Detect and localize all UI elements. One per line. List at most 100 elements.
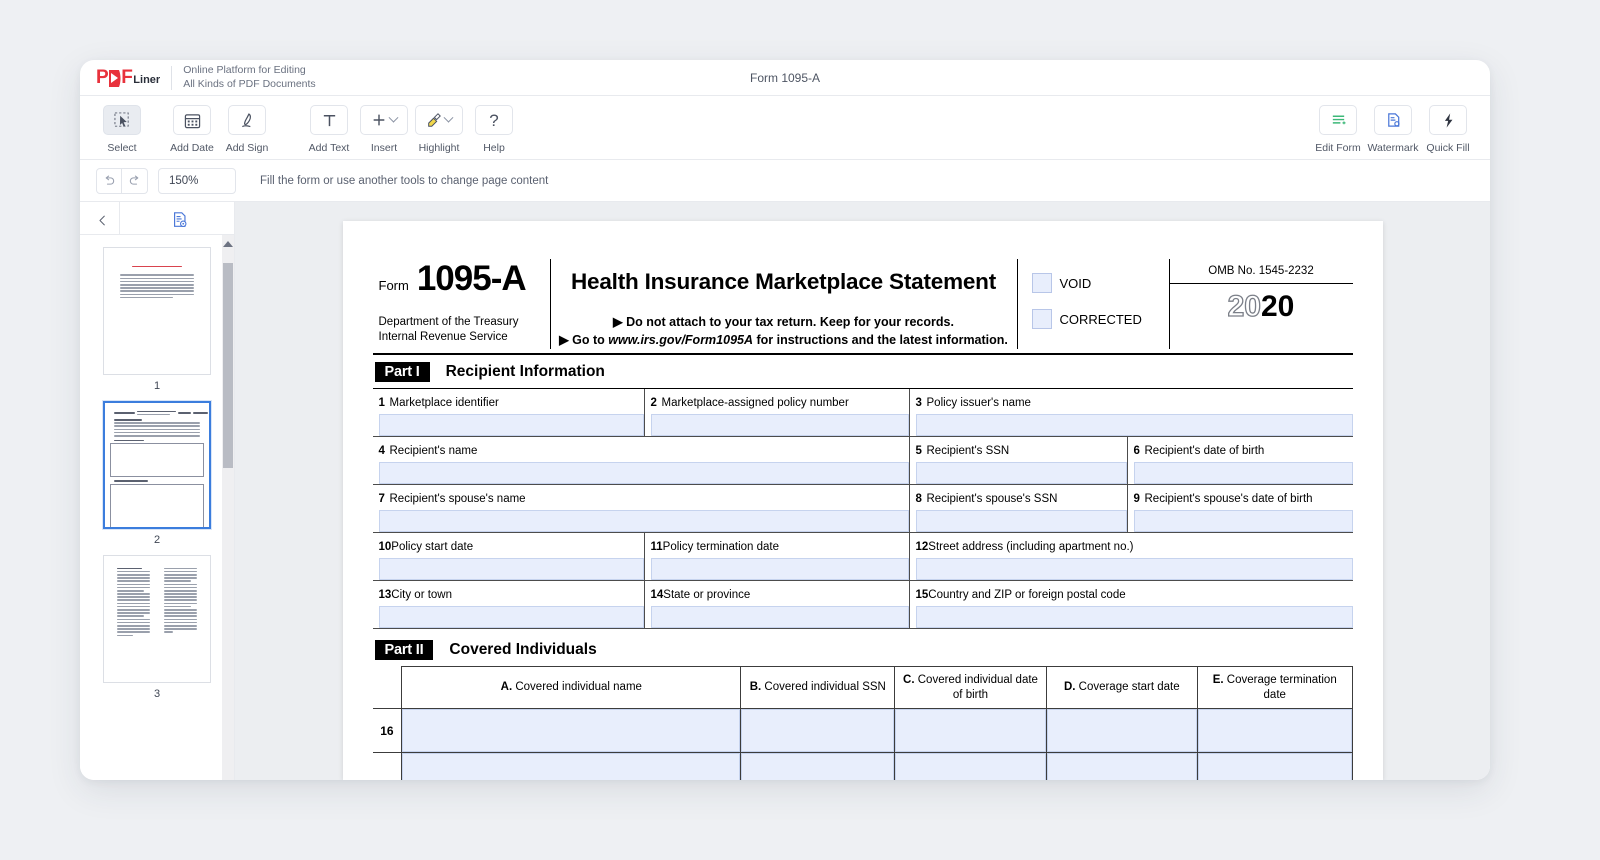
cell-b[interactable]	[741, 709, 895, 753]
page-settings-button[interactable]	[120, 202, 234, 234]
cell-e-input[interactable]	[1198, 709, 1352, 752]
field-4-input[interactable]	[379, 462, 909, 484]
page-thumbnail[interactable]	[103, 247, 211, 375]
field-15-input[interactable]	[916, 606, 1353, 628]
part-1-tag: Part I	[375, 362, 430, 382]
question-mark-icon: ?	[475, 105, 513, 135]
zoom-level-input[interactable]: 150%	[158, 168, 236, 194]
form-row: 4Recipient's name 5Recipient's SSN 6Reci…	[373, 437, 1353, 485]
void-checkbox[interactable]	[1032, 273, 1052, 293]
field-12-label: Street address (including apartment no.)	[928, 541, 1133, 553]
column-d-letter: D.	[1064, 681, 1076, 693]
cell-e[interactable]	[1197, 709, 1352, 753]
field-15-label: Country and ZIP or foreign postal code	[928, 589, 1125, 601]
cell-a[interactable]	[402, 709, 741, 753]
tool-quick-fill[interactable]: Quick Fill	[1422, 104, 1474, 154]
field-8: 8Recipient's spouse's SSN	[910, 485, 1128, 532]
thumbnail-item[interactable]: 1	[80, 247, 234, 392]
cell-c-input[interactable]	[895, 753, 1045, 780]
tool-add-date[interactable]: Add Date	[166, 104, 218, 154]
field-12-input[interactable]	[916, 558, 1353, 580]
scrollbar-thumb[interactable]	[223, 263, 233, 468]
sidebar-header	[80, 202, 234, 235]
tool-highlight-label: Highlight	[419, 142, 460, 154]
pdf-page-2[interactable]: Form 1095-A Department of the Treasury I…	[343, 221, 1383, 780]
thumbnail-item[interactable]: 3	[80, 555, 234, 700]
tagline-line-1: Online Platform for Editing	[183, 64, 315, 78]
field-5-label: Recipient's SSN	[927, 445, 1010, 457]
field-5-input[interactable]	[916, 462, 1127, 484]
undo-button[interactable]	[96, 168, 122, 194]
tool-select[interactable]: Select	[96, 104, 148, 154]
cell-d[interactable]	[1046, 753, 1197, 781]
cell-e-input[interactable]	[1198, 753, 1352, 780]
tool-watermark[interactable]: Watermark	[1367, 104, 1419, 154]
app-header: P F Liner Online Platform for Editing Al…	[80, 60, 1490, 96]
cell-d[interactable]	[1046, 709, 1197, 753]
cell-c[interactable]	[895, 709, 1046, 753]
form-row: 1Marketplace identifier 2Marketplace-ass…	[373, 389, 1353, 437]
cell-a-input[interactable]	[402, 709, 740, 752]
field-3: 3Policy issuer's name	[910, 389, 1353, 436]
field-7: 7Recipient's spouse's name	[373, 485, 910, 532]
cell-d-input[interactable]	[1047, 709, 1197, 752]
part-1-fields: 1Marketplace identifier 2Marketplace-ass…	[373, 389, 1353, 629]
page-thumbnail[interactable]	[103, 401, 211, 529]
field-8-input[interactable]	[916, 510, 1127, 532]
irs-url: www.irs.gov/Form1095A	[608, 333, 753, 347]
field-14-number: 14	[651, 589, 664, 601]
cell-e[interactable]	[1197, 753, 1352, 781]
cell-b-input[interactable]	[741, 753, 894, 780]
tool-help[interactable]: ? Help	[468, 104, 520, 154]
highlight-button[interactable]	[415, 105, 463, 135]
tool-insert[interactable]: Insert	[358, 104, 410, 154]
field-14-input[interactable]	[651, 606, 909, 628]
brand-logo[interactable]: P F Liner Online Platform for Editing Al…	[96, 64, 316, 92]
cell-c[interactable]	[895, 753, 1046, 781]
field-2: 2Marketplace-assigned policy number	[645, 389, 910, 436]
cell-b-input[interactable]	[741, 709, 894, 752]
thumbnail-item[interactable]: 2	[80, 401, 234, 546]
field-2-number: 2	[651, 397, 662, 409]
redo-button[interactable]	[122, 168, 148, 194]
field-4-number: 4	[379, 445, 390, 457]
field-3-input[interactable]	[916, 414, 1353, 436]
field-1-input[interactable]	[379, 414, 644, 436]
cell-c-input[interactable]	[895, 709, 1045, 752]
field-11-input[interactable]	[651, 558, 909, 580]
tool-add-text[interactable]: Add Text	[303, 104, 355, 154]
field-13-input[interactable]	[379, 606, 644, 628]
corrected-checkbox[interactable]	[1032, 309, 1052, 329]
field-9-number: 9	[1134, 493, 1145, 505]
void-row[interactable]: VOID	[1032, 273, 1169, 293]
tool-highlight[interactable]: Highlight	[413, 104, 465, 154]
form-department: Department of the Treasury Internal Reve…	[373, 315, 540, 344]
cell-a-input[interactable]	[402, 753, 740, 780]
document-canvas[interactable]: Form 1095-A Department of the Treasury I…	[235, 202, 1490, 780]
cell-a[interactable]	[402, 753, 741, 781]
tool-edit-form[interactable]: Edit Form	[1312, 104, 1364, 154]
field-7-input[interactable]	[379, 510, 909, 532]
page-thumbnail[interactable]	[103, 555, 211, 683]
cell-b[interactable]	[741, 753, 895, 781]
calendar-icon	[173, 105, 211, 135]
corrected-row[interactable]: CORRECTED	[1032, 309, 1169, 329]
insert-button[interactable]	[360, 105, 408, 135]
field-13-label: City or town	[391, 589, 452, 601]
field-9-input[interactable]	[1134, 510, 1353, 532]
zoom-level-value: 150%	[169, 175, 198, 187]
sidebar-scrollbar[interactable]	[222, 235, 234, 780]
cell-d-input[interactable]	[1047, 753, 1197, 780]
scroll-up-arrow-icon[interactable]	[223, 241, 233, 247]
sidebar-collapse-button[interactable]	[80, 202, 120, 234]
tool-add-sign[interactable]: Add Sign	[221, 104, 273, 154]
field-6: 6Recipient's date of birth	[1128, 437, 1353, 484]
form-number: 1095-A	[417, 259, 526, 299]
field-6-input[interactable]	[1134, 462, 1353, 484]
page-thumbnail-list: 1	[80, 235, 234, 780]
chevron-down-icon	[444, 112, 454, 122]
field-10-input[interactable]	[379, 558, 644, 580]
field-9-label: Recipient's spouse's date of birth	[1145, 493, 1313, 505]
field-2-input[interactable]	[651, 414, 909, 436]
field-6-label: Recipient's date of birth	[1145, 445, 1265, 457]
